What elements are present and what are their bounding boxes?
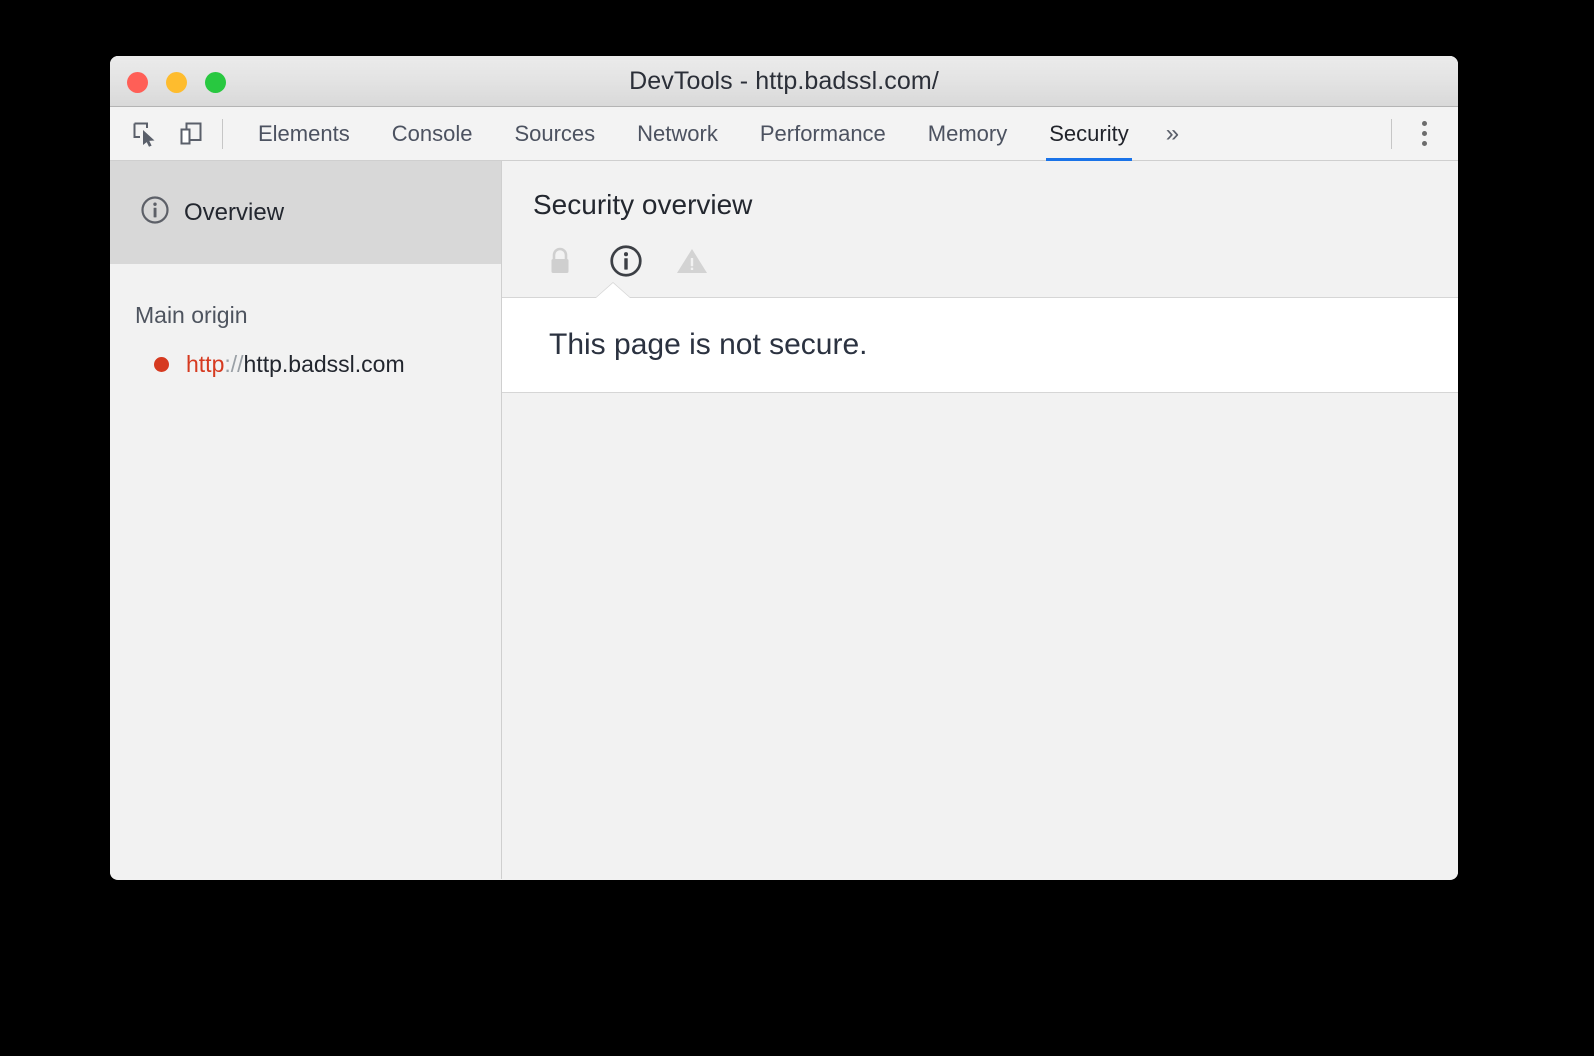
tab-security[interactable]: Security	[1028, 107, 1149, 162]
toolbar-right-tools	[1377, 116, 1458, 152]
window-titlebar: DevTools - http.badssl.com/	[110, 56, 1458, 107]
sidebar-item-label: Overview	[184, 198, 285, 226]
kebab-dot	[1421, 121, 1427, 126]
tab-network[interactable]: Network	[616, 107, 739, 161]
kebab-dot	[1421, 141, 1427, 146]
summary-caret	[596, 283, 630, 298]
tab-performance[interactable]: Performance	[739, 107, 907, 161]
origin-url: http://http.badssl.com	[186, 351, 405, 378]
info-circle-icon[interactable]	[608, 243, 644, 279]
security-status-icons	[502, 221, 1458, 279]
origin-scheme: http	[186, 351, 225, 377]
warning-triangle-icon[interactable]	[674, 243, 710, 279]
sidebar-origin-item[interactable]: http://http.badssl.com	[110, 329, 501, 378]
tab-console[interactable]: Console	[371, 107, 494, 161]
sidebar-item-overview[interactable]: Overview	[110, 161, 501, 264]
toolbar-left-tools	[110, 117, 208, 151]
toolbar-divider-right	[1391, 118, 1392, 149]
devtools-window: DevTools - http.badssl.com/ Elements Con…	[110, 56, 1458, 880]
security-summary-band: This page is not secure.	[502, 297, 1458, 393]
kebab-dot	[1421, 131, 1427, 136]
more-tabs-icon[interactable]: »	[1150, 107, 1193, 161]
window-title: DevTools - http.badssl.com/	[629, 67, 939, 95]
sidebar-section-title: Main origin	[135, 302, 248, 328]
panel-tabs: Elements Console Sources Network Perform…	[237, 107, 1193, 162]
devtools-tabstrip: Elements Console Sources Network Perform…	[110, 107, 1458, 162]
tab-memory[interactable]: Memory	[907, 107, 1028, 161]
security-summary-text: This page is not secure.	[549, 328, 868, 361]
page-title: Security overview	[533, 189, 753, 220]
device-toolbar-icon[interactable]	[174, 117, 208, 151]
more-vertical-icon[interactable]	[1406, 116, 1442, 152]
tab-elements[interactable]: Elements	[237, 107, 371, 161]
security-sidebar: Overview Main origin http://http.badssl.…	[110, 161, 502, 879]
origin-host: http.badssl.com	[243, 351, 405, 377]
origin-separator: ://	[224, 351, 244, 377]
lock-icon[interactable]	[542, 243, 578, 279]
info-circle-icon	[140, 195, 170, 230]
inspect-element-icon[interactable]	[128, 117, 162, 151]
toolbar-divider	[222, 118, 223, 149]
devtools-body: Overview Main origin http://http.badssl.…	[110, 161, 1458, 879]
security-main-panel: Security overview This page is not secur…	[502, 161, 1458, 879]
red-dot-icon	[154, 357, 169, 372]
tab-sources[interactable]: Sources	[493, 107, 616, 161]
